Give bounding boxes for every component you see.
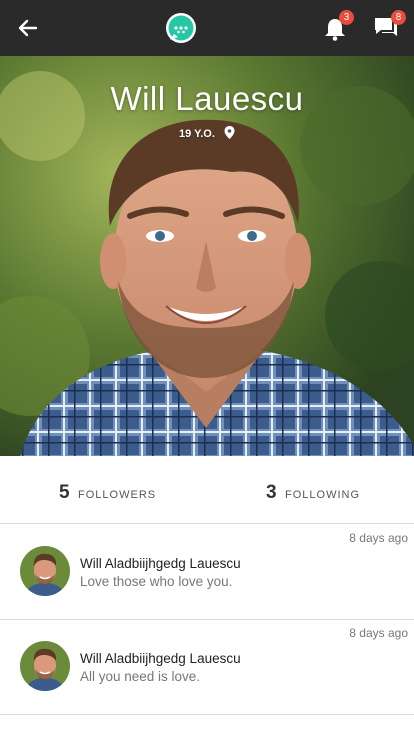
post-author: Will Aladbiijhgedg Lauescu bbox=[80, 556, 241, 571]
chat-bubble-logo-icon bbox=[166, 13, 196, 43]
follow-stats: 5 FOLLOWERS 3 FOLLOWING bbox=[0, 456, 414, 524]
post-time: 8 days ago bbox=[349, 531, 408, 545]
notifications-button[interactable]: 3 bbox=[320, 10, 354, 44]
avatar-image bbox=[20, 641, 70, 691]
avatar[interactable] bbox=[20, 641, 70, 691]
arrow-left-icon bbox=[18, 19, 38, 37]
following-stat[interactable]: 3 FOLLOWING bbox=[266, 482, 360, 504]
profile-age-text: 19 Y.O. bbox=[179, 128, 215, 140]
post-time: 8 days ago bbox=[349, 626, 408, 640]
following-count: 3 bbox=[266, 482, 277, 503]
notifications-count-badge: 3 bbox=[339, 10, 354, 25]
post-text: Love those who love you. bbox=[80, 574, 233, 589]
app-logo bbox=[164, 12, 198, 46]
list-item[interactable]: 8 days ago Will Aladbiijhgedg Lauescu Al… bbox=[0, 620, 414, 715]
map-pin-icon[interactable] bbox=[224, 126, 235, 139]
messages-button[interactable]: 8 bbox=[370, 10, 406, 44]
followers-count: 5 bbox=[59, 482, 70, 503]
profile-age: 19 Y.O. bbox=[0, 126, 414, 140]
post-author: Will Aladbiijhgedg Lauescu bbox=[80, 651, 241, 666]
list-item[interactable]: 8 days ago Will Aladbiijhgedg Lauescu Lo… bbox=[0, 525, 414, 620]
followers-stat[interactable]: 5 FOLLOWERS bbox=[59, 482, 156, 504]
followers-label: FOLLOWERS bbox=[78, 489, 157, 501]
avatar[interactable] bbox=[20, 546, 70, 596]
profile-cover-photo: Will Lauescu 19 Y.O. bbox=[0, 56, 414, 456]
profile-name: Will Lauescu bbox=[110, 80, 304, 117]
back-button[interactable] bbox=[12, 12, 44, 44]
following-label: FOLLOWING bbox=[285, 489, 361, 501]
post-text: All you need is love. bbox=[80, 669, 201, 684]
messages-count-badge: 8 bbox=[391, 10, 406, 25]
avatar-image bbox=[20, 546, 70, 596]
top-app-bar: 3 8 bbox=[0, 0, 414, 56]
